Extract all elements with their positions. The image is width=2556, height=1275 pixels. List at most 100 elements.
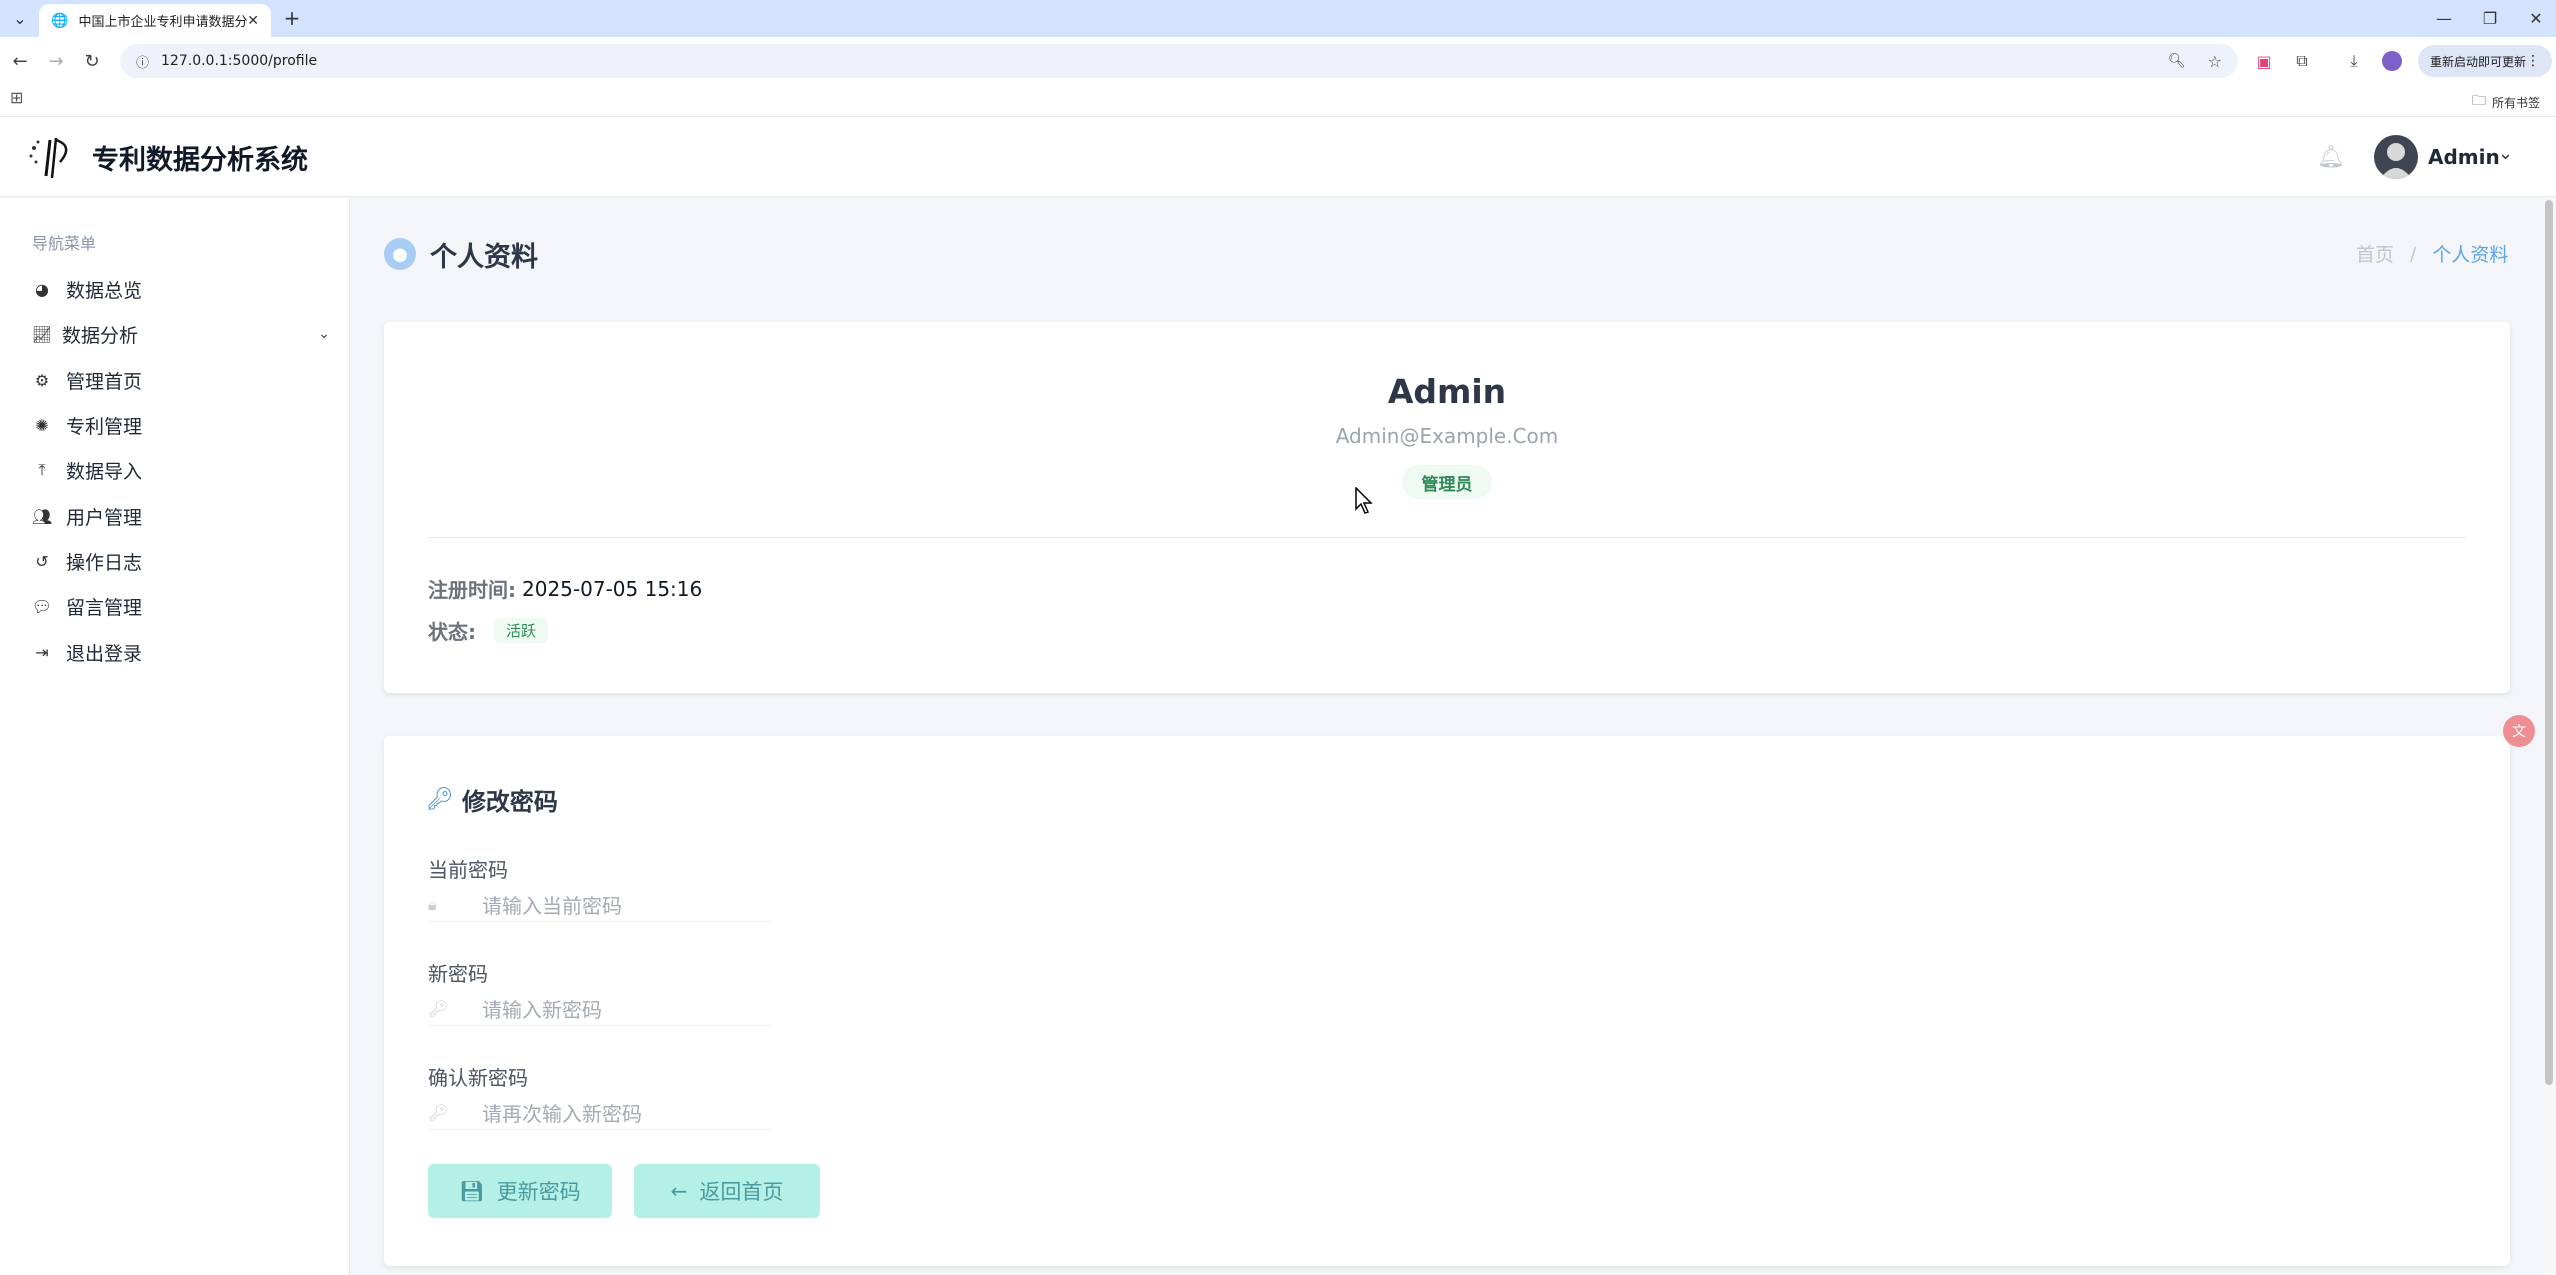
current-password-label: 当前密码 [428,858,508,882]
comments-icon: 💬︎ [31,596,53,616]
all-bookmarks-label: 所有书签 [2492,95,2541,110]
cogs-icon: ⚙ [34,370,50,390]
user-circle-icon: ● [384,238,416,270]
registration-value: 2025-07-05 15:16 [522,576,703,601]
bookmark-star-icon[interactable]: ☆ [2208,52,2222,71]
all-bookmarks-button[interactable]: 🗀 所有书签 [2472,90,2540,114]
current-password-field[interactable]: 🔒︎ 请输入当前密码 [428,888,772,922]
reload-icon[interactable]: ↻ [80,49,104,73]
back-home-label: 返回首页 [699,1180,784,1204]
new-tab-plus-icon[interactable]: + [280,6,304,30]
new-password-field[interactable]: 🔑︎ 请输入新密码 [428,992,772,1026]
mouse-cursor-icon [1355,487,1373,514]
sidebar-item-patents[interactable]: ✺ 专利管理 [30,405,330,445]
apps-grid-icon[interactable]: ⊞ [10,88,23,107]
update-password-button[interactable]: 💾︎ 更新密码 [428,1164,612,1218]
folder-icon: 🗀 [2472,93,2486,109]
profile-avatar-icon[interactable] [2380,49,2404,73]
key-icon: 🔑︎ [428,1103,449,1122]
tab-title: 中国上市企业专利申请数据分析 [78,15,248,30]
profile-name: Admin [1387,372,1507,411]
confirm-password-field[interactable]: 🔑︎ 请再次输入新密码 [428,1096,772,1130]
current-password-placeholder: 请输入当前密码 [482,894,622,918]
profile-card: Admin Admin@Example.Com 管理员 注册时间: 2025-0… [384,322,2510,693]
globe-icon: 🌐 [51,12,69,29]
more-menu-icon[interactable]: ⋮ [2526,53,2540,69]
save-icon: 💾︎ [459,1179,485,1203]
app-title: 专利数据分析系统 [92,145,308,176]
page-title: 个人资料 [430,241,538,273]
key-icon: 🔑︎ [426,787,454,812]
bookmarks-bar [0,85,2556,117]
app-header [0,117,2556,197]
sidebar-item-logout[interactable]: ⇥ 退出登录 [30,632,330,672]
url-text: 127.0.0.1:5000/profile [161,53,318,69]
nav-heading: 导航菜单 [32,234,97,253]
sidebar-item-label: 退出登录 [66,642,143,665]
chevron-down-icon[interactable]: ⌄ [318,326,330,342]
user-avatar[interactable] [2374,135,2418,179]
sidebar-item-users[interactable]: 👥︎ 用户管理 [30,496,330,536]
breadcrumb: 首页 / 个人资料 [2356,240,2508,267]
breadcrumb-current: 个人资料 [2432,244,2509,266]
status-label: 状态: [428,620,476,644]
zoom-icon[interactable]: 🔍︎ [2168,53,2186,69]
app-logo-icon [29,137,68,179]
update-password-label: 更新密码 [496,1180,581,1204]
back-home-button[interactable]: ← 返回首页 [634,1164,820,1218]
password-card-title: 修改密码 [461,788,558,816]
window-close-icon[interactable]: ✕ [2516,4,2556,32]
update-label: 重新启动即可更新 [2430,54,2527,69]
breadcrumb-separator: / [2410,242,2417,265]
restore-icon[interactable]: ❐ [2470,4,2510,32]
sidebar-item-overview[interactable]: ◕ 数据总览 [30,269,330,309]
extension-icon[interactable]: ▣ [2252,49,2276,73]
site-info-icon[interactable]: ⓘ [136,52,149,71]
translate-float-icon[interactable]: 文 [2503,715,2535,747]
chart-line-icon: 📈︎ [31,324,53,344]
scrollbar-thumb[interactable] [2545,200,2553,1085]
tab-close-icon[interactable]: ✕ [247,13,259,29]
password-card-header: 🔑︎ 修改密码 [426,782,558,817]
sidebar-item-logs[interactable]: ↺ 操作日志 [30,541,330,581]
breadcrumb-home[interactable]: 首页 [2356,240,2394,267]
page-header: ● 个人资料 [384,236,538,273]
lock-icon: 🔒︎ [428,894,437,914]
new-password-label: 新密码 [428,962,488,986]
user-avatar-icon [2380,143,2412,179]
history-icon: ↺ [35,551,49,571]
status-row: 状态: 活跃 [428,616,549,645]
sidebar-item-label: 数据导入 [66,460,143,483]
browser-update-button[interactable]: 重新启动即可更新 ⋮ [2418,45,2552,77]
sidebar-item-label: 数据分析 [62,324,139,347]
sidebar-item-import[interactable]: ⤒ 数据导入 [30,450,330,490]
upload-icon: ⤒ [38,460,46,479]
browser-tab-active[interactable]: 🌐 中国上市企业专利申请数据分析 ✕ [39,4,271,37]
new-password-placeholder: 请输入新密码 [482,998,602,1022]
registration-row: 注册时间: 2025-07-05 15:16 [428,574,702,603]
chart-pie-icon: ◕ [35,279,49,299]
sidebar-item-label: 用户管理 [66,506,143,529]
status-badge: 活跃 [494,618,549,643]
sidebar-item-label: 留言管理 [66,596,143,619]
notification-bell-icon[interactable]: 🔔︎ [2316,142,2346,172]
confirm-password-label: 确认新密码 [428,1066,528,1090]
address-bar[interactable]: ⓘ 127.0.0.1:5000/profile 🔍︎ ☆ [120,44,2238,78]
sidebar-item-label: 操作日志 [66,551,143,574]
download-icon[interactable]: ⤓ [2342,49,2366,73]
puzzle-extensions-icon[interactable]: ⧉ [2290,49,2314,73]
sidebar-item-label: 管理首页 [66,370,143,393]
minimize-icon[interactable]: — [2424,4,2464,32]
profile-email: Admin@Example.Com [1335,424,1559,448]
sidebar-item-analysis[interactable]: 📈︎ 数据分析 ⌄ [30,314,330,354]
arrow-left-icon: ← [670,1179,688,1203]
user-name[interactable]: Admin [2428,145,2500,169]
change-password-card: 🔑︎ 修改密码 当前密码 🔒︎ 请输入当前密码 新密码 🔑︎ 请输入新密码 确认… [384,736,2510,1266]
forward-arrow-icon[interactable]: → [44,49,68,73]
users-icon: 👥︎ [31,506,53,526]
sidebar-item-messages[interactable]: 💬︎ 留言管理 [30,586,330,626]
tab-search-chevron-icon[interactable]: ⌄ [8,6,32,30]
chevron-down-icon[interactable]: ⌄ [2498,143,2513,164]
back-arrow-icon[interactable]: ← [8,49,32,73]
sidebar-item-admin-home[interactable]: ⚙ 管理首页 [30,360,330,400]
